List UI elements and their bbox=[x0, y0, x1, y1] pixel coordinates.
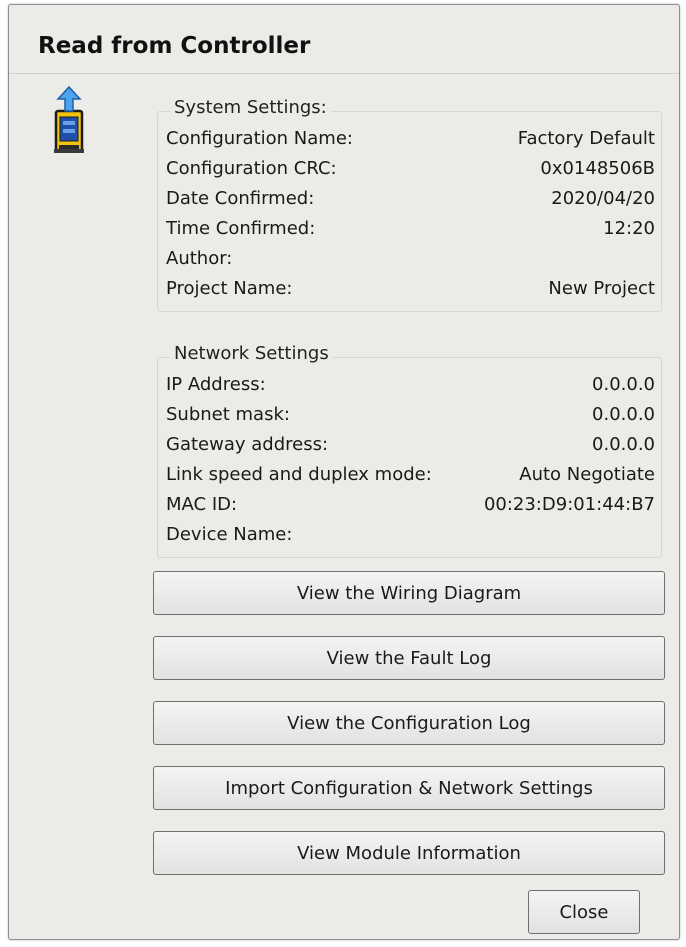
row-mac-id: MAC ID: 00:23:D9:01:44:B7 bbox=[166, 490, 655, 520]
system-settings-label: System Settings: bbox=[170, 97, 331, 118]
row-value: 0.0.0.0 bbox=[592, 404, 655, 425]
row-label: Device Name: bbox=[166, 524, 293, 545]
row-label: Configuration CRC: bbox=[166, 158, 337, 179]
view-module-information-button[interactable]: View Module Information bbox=[153, 831, 665, 875]
row-device-name: Device Name: bbox=[166, 520, 655, 550]
row-label: Configuration Name: bbox=[166, 128, 353, 149]
row-label: Subnet mask: bbox=[166, 404, 290, 425]
row-ip-address: IP Address: 0.0.0.0 bbox=[166, 370, 655, 400]
row-author: Author: bbox=[166, 244, 655, 274]
close-button[interactable]: Close bbox=[528, 890, 640, 934]
row-project-name: Project Name: New Project bbox=[166, 274, 655, 304]
row-label: Author: bbox=[166, 248, 233, 269]
row-value: 0.0.0.0 bbox=[592, 374, 655, 395]
controller-upload-icon bbox=[54, 85, 84, 153]
row-value: 0.0.0.0 bbox=[592, 434, 655, 455]
row-date-confirmed: Date Confirmed: 2020/04/20 bbox=[166, 184, 655, 214]
row-label: Project Name: bbox=[166, 278, 293, 299]
view-fault-log-button[interactable]: View the Fault Log bbox=[153, 636, 665, 680]
dialog-header: Read from Controller bbox=[9, 5, 679, 74]
row-configuration-name: Configuration Name: Factory Default bbox=[166, 124, 655, 154]
row-value: 00:23:D9:01:44:B7 bbox=[483, 494, 655, 515]
row-label: MAC ID: bbox=[166, 494, 238, 515]
network-settings-label: Network Settings bbox=[170, 343, 333, 364]
row-label: Gateway address: bbox=[166, 434, 329, 455]
row-value: 0x0148506B bbox=[540, 158, 655, 179]
row-value: 12:20 bbox=[603, 218, 655, 239]
row-label: IP Address: bbox=[166, 374, 266, 395]
row-link-speed: Link speed and duplex mode: Auto Negotia… bbox=[166, 460, 655, 490]
row-gateway-address: Gateway address: 0.0.0.0 bbox=[166, 430, 655, 460]
network-settings-group: Network Settings IP Address: 0.0.0.0 Sub… bbox=[157, 343, 662, 558]
row-value: Auto Negotiate bbox=[519, 464, 655, 485]
import-configuration-network-settings-button[interactable]: Import Configuration & Network Settings bbox=[153, 766, 665, 810]
row-label: Date Confirmed: bbox=[166, 188, 315, 209]
view-configuration-log-button[interactable]: View the Configuration Log bbox=[153, 701, 665, 745]
row-value: 2020/04/20 bbox=[551, 188, 655, 209]
row-time-confirmed: Time Confirmed: 12:20 bbox=[166, 214, 655, 244]
row-value: Factory Default bbox=[517, 128, 655, 149]
row-configuration-crc: Configuration CRC: 0x0148506B bbox=[166, 154, 655, 184]
view-wiring-diagram-button[interactable]: View the Wiring Diagram bbox=[153, 571, 665, 615]
row-label: Link speed and duplex mode: bbox=[166, 464, 432, 485]
row-value: New Project bbox=[548, 278, 655, 299]
row-subnet-mask: Subnet mask: 0.0.0.0 bbox=[166, 400, 655, 430]
system-settings-group: System Settings: Configuration Name: Fac… bbox=[157, 97, 662, 312]
dialog-title: Read from Controller bbox=[38, 33, 311, 59]
read-from-controller-dialog: Read from Controller System Settings: Co… bbox=[8, 4, 680, 940]
row-label: Time Confirmed: bbox=[166, 218, 316, 239]
